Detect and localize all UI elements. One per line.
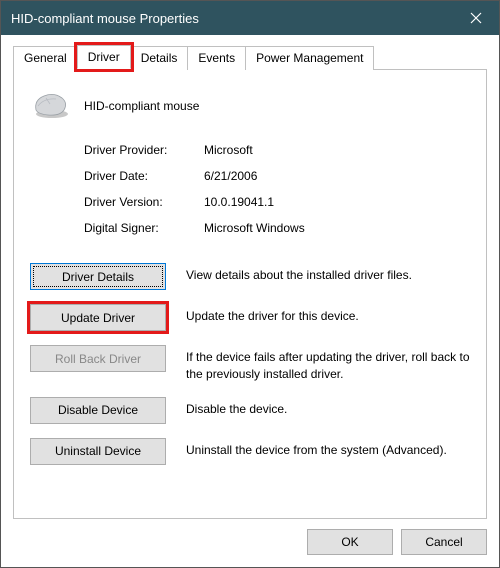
info-value: 6/21/2006 <box>204 169 470 183</box>
tab-details[interactable]: Details <box>130 46 189 70</box>
action-description: View details about the installed driver … <box>186 263 470 284</box>
content-area: General Driver Details Events Power Mana… <box>1 35 499 519</box>
titlebar: HID-compliant mouse Properties <box>1 1 499 35</box>
tab-events[interactable]: Events <box>187 46 246 70</box>
tab-label: Events <box>198 51 235 65</box>
tab-power-management[interactable]: Power Management <box>245 46 374 70</box>
info-value: Microsoft Windows <box>204 221 470 235</box>
device-header: HID-compliant mouse <box>30 88 470 123</box>
info-label: Driver Provider: <box>84 143 204 157</box>
info-label: Driver Version: <box>84 195 204 209</box>
action-row: Disable Device Disable the device. <box>30 397 470 424</box>
disable-device-button[interactable]: Disable Device <box>30 397 166 424</box>
roll-back-driver-button: Roll Back Driver <box>30 345 166 372</box>
action-description: If the device fails after updating the d… <box>186 345 470 383</box>
tab-label: Driver <box>88 50 120 64</box>
cancel-button[interactable]: Cancel <box>401 529 487 555</box>
tab-strip: General Driver Details Events Power Mana… <box>13 45 487 69</box>
info-value: 10.0.19041.1 <box>204 195 470 209</box>
info-label: Digital Signer: <box>84 221 204 235</box>
update-driver-button[interactable]: Update Driver <box>30 304 166 331</box>
action-row: Driver Details View details about the in… <box>30 263 470 290</box>
tab-label: Power Management <box>256 51 363 65</box>
close-icon <box>470 12 482 24</box>
device-name: HID-compliant mouse <box>84 99 199 113</box>
action-description: Update the driver for this device. <box>186 304 470 325</box>
action-description: Uninstall the device from the system (Ad… <box>186 438 470 459</box>
info-label: Driver Date: <box>84 169 204 183</box>
info-value: Microsoft <box>204 143 470 157</box>
driver-details-button[interactable]: Driver Details <box>30 263 166 290</box>
tab-driver[interactable]: Driver <box>77 45 131 69</box>
window-title: HID-compliant mouse Properties <box>11 11 199 26</box>
tab-panel-driver: HID-compliant mouse Driver Provider: Mic… <box>13 69 487 519</box>
ok-button[interactable]: OK <box>307 529 393 555</box>
dialog-footer: OK Cancel <box>1 519 499 567</box>
close-button[interactable] <box>453 1 499 35</box>
mouse-icon <box>30 88 70 123</box>
action-description: Disable the device. <box>186 397 470 418</box>
action-row: Uninstall Device Uninstall the device fr… <box>30 438 470 465</box>
driver-info: Driver Provider: Microsoft Driver Date: … <box>84 143 470 235</box>
tab-general[interactable]: General <box>13 46 78 70</box>
action-row: Update Driver Update the driver for this… <box>30 304 470 331</box>
action-row: Roll Back Driver If the device fails aft… <box>30 345 470 383</box>
uninstall-device-button[interactable]: Uninstall Device <box>30 438 166 465</box>
tab-label: General <box>24 51 67 65</box>
tab-label: Details <box>141 51 178 65</box>
